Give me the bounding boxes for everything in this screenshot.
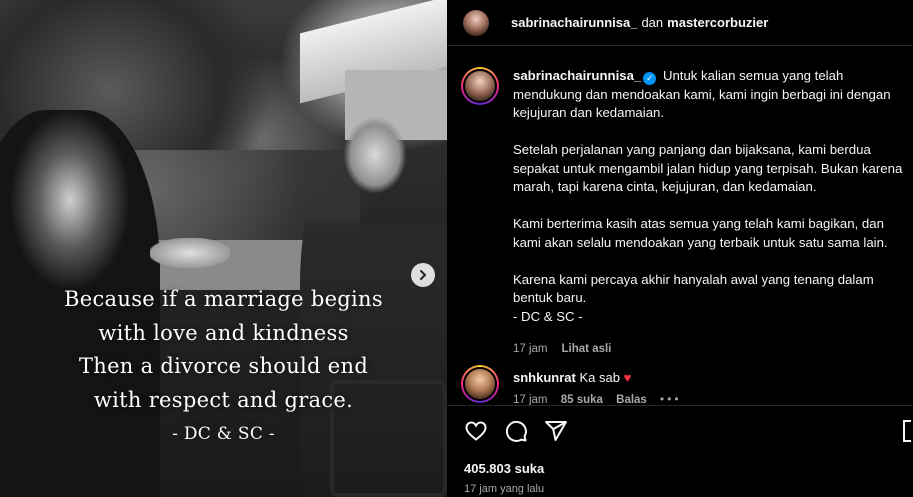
posted-time: 17 jam yang lalu [464,483,545,495]
avatar [463,69,497,103]
caption-body: sabrinachairunnisa_ ✓ Untuk kalian semua … [513,67,913,359]
comment-button[interactable] [503,418,529,444]
quote-line: with love and kindness [98,320,349,345]
see-original-link[interactable]: Lihat asli [562,343,612,355]
quote-overlay: Because if a marriage begins with love a… [0,283,447,447]
comment-meta: 17 jam 85 suka Balas • • • [513,394,689,405]
quote-line: Because if a marriage begins [64,287,383,311]
avatar[interactable] [463,9,489,36]
comments-section[interactable]: sabrinachairunnisa_ ✓ Untuk kalian semua … [447,47,913,405]
caption-text: Setelah perjalanan yang panjang dan bija… [513,142,903,194]
like-button[interactable] [463,418,489,444]
caption-time[interactable]: 17 jam [513,343,548,355]
heart-emoji: ♥ [623,370,632,385]
comment-likes[interactable]: 85 suka [561,394,603,405]
chevron-right-icon [420,270,427,280]
comment-time[interactable]: 17 jam [513,394,548,405]
fist-bump [150,238,230,268]
quote-line: with respect and grace. [93,387,354,412]
comment-body: snhkunrat Ka sab ♥ [513,370,631,385]
caption-username[interactable]: sabrinachairunnisa_ [513,68,641,83]
caption-text: Kami berterima kasih atas semua yang tel… [513,216,888,250]
post-panel: sabrinachairunnisa_ dan mastercorbuzier sa… [447,0,913,497]
verified-badge-icon: ✓ [643,72,657,85]
caption-meta: 17 jam Lihat asli [513,340,913,359]
bookmark-icon[interactable] [903,420,911,442]
caption-text: Karena kami percaya akhir hanyalah awal … [513,271,874,306]
story-ring[interactable] [461,365,499,403]
comment-text: Ka sab [579,370,620,385]
caption-signature: - DC & SC - [513,308,583,324]
heart-icon [465,421,487,441]
post-header: sabrinachairunnisa_ dan mastercorbuzier [447,0,913,46]
comment-username[interactable]: snhkunrat [513,370,576,385]
avatar [463,367,497,401]
reply-button[interactable]: Balas [616,394,647,405]
conjunction: dan [641,15,664,30]
share-button[interactable] [543,418,569,444]
send-icon [545,421,567,441]
comment-icon [505,420,527,442]
username-link[interactable]: sabrinachairunnisa_ [511,15,637,30]
action-bar [463,418,569,444]
more-options-icon[interactable]: • • • [660,394,678,405]
quote-signature: - DC & SC - [172,424,275,444]
quote-line: Then a divorce should end [78,354,369,378]
collab-usernames: sabrinachairunnisa_ dan mastercorbuzier [511,15,768,30]
story-ring[interactable] [461,67,499,105]
username-link[interactable]: mastercorbuzier [667,15,768,30]
post-media: Because if a marriage begins with love a… [0,0,447,497]
post-footer: 405.803 suka 17 jam yang lalu [447,405,913,497]
next-slide-button[interactable] [411,263,435,287]
likes-count[interactable]: 405.803 suka [464,461,544,476]
